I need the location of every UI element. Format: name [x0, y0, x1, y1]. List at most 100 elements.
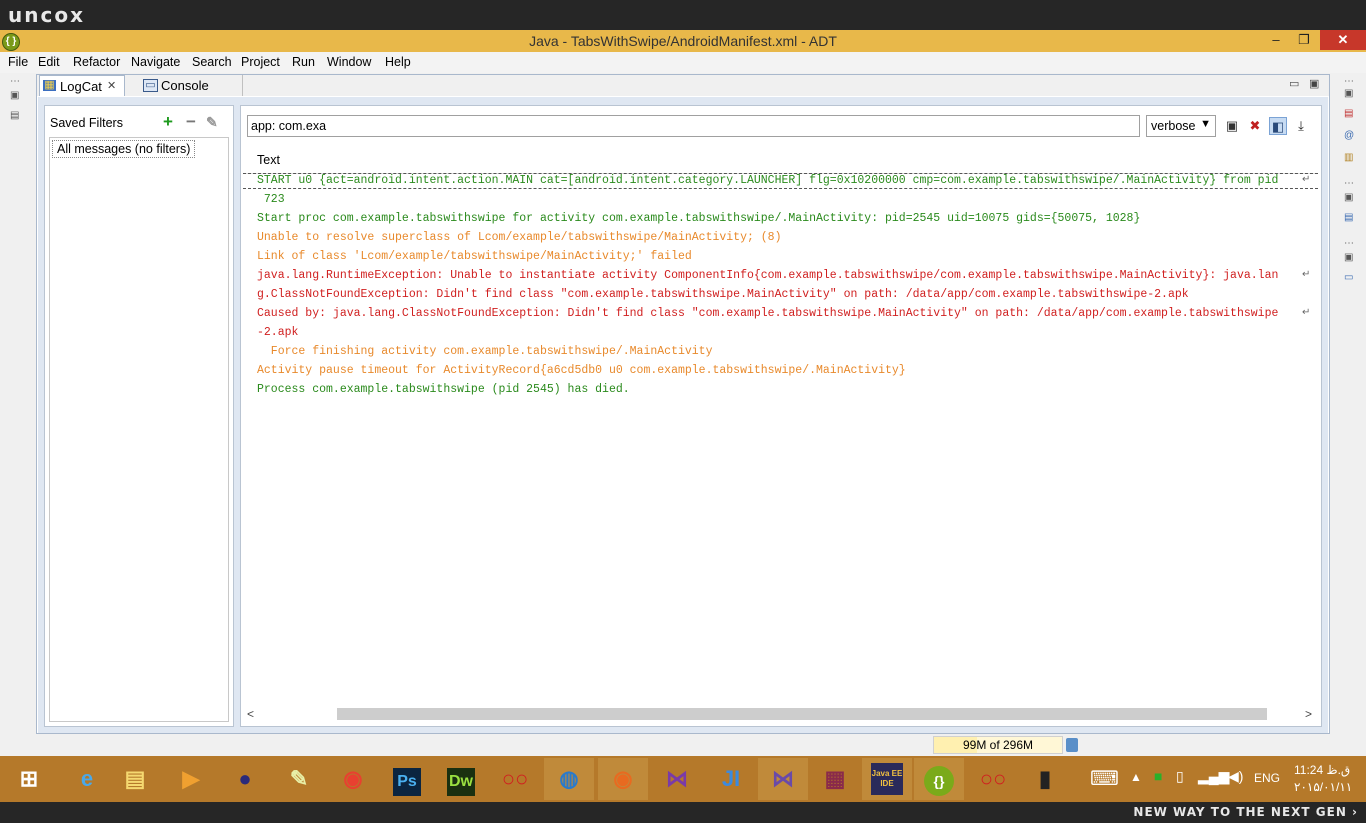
- app-red-2-icon[interactable]: ○○: [968, 758, 1018, 800]
- add-filter-icon[interactable]: +: [163, 113, 173, 130]
- volume-icon[interactable]: ◀): [1228, 768, 1243, 785]
- log-row[interactable]: Activity pause timeout for ActivityRecor…: [257, 364, 906, 377]
- visual-studio-icon[interactable]: ⋈: [652, 758, 702, 800]
- media-player-icon[interactable]: ▶: [166, 758, 216, 800]
- menu-refactor[interactable]: Refactor: [73, 55, 120, 69]
- globe-app-icon[interactable]: ◍: [544, 758, 594, 800]
- uncox-logo: uncox: [8, 3, 85, 27]
- menu-edit[interactable]: Edit: [38, 55, 60, 69]
- log-row[interactable]: Caused by: java.lang.ClassNotFoundExcept…: [257, 307, 1278, 320]
- dreamweaver-icon[interactable]: Dw: [436, 758, 486, 800]
- log-row[interactable]: -2.apk: [257, 326, 298, 339]
- log-row[interactable]: START u0 {act=android.intent.action.MAIN…: [257, 174, 1278, 187]
- filter-item-all-messages[interactable]: All messages (no filters): [52, 140, 196, 158]
- show-hidden-icons-icon[interactable]: ▲: [1130, 770, 1142, 784]
- remove-filter-icon[interactable]: −: [186, 113, 196, 130]
- internet-explorer-icon[interactable]: e: [62, 758, 112, 800]
- adt-icon[interactable]: {}: [914, 758, 964, 800]
- log-level-select[interactable]: verbose ▼: [1146, 115, 1216, 137]
- windows-taskbar: ⊞ e ▤ ▶ ● ✎ ◉ Ps Dw ○○ ◍ ◉ ⋈ JI ⋈ ▦ Java…: [0, 756, 1366, 802]
- log-row[interactable]: Unable to resolve superclass of Lcom/exa…: [257, 231, 782, 244]
- winrar-icon[interactable]: ▦: [810, 758, 860, 800]
- heap-status-text: 99M of 296M: [962, 738, 1034, 752]
- minimize-button[interactable]: –: [1262, 30, 1290, 50]
- close-button[interactable]: ✕: [1320, 30, 1366, 50]
- tray-app-icon[interactable]: ■: [1154, 768, 1162, 784]
- logcat-search-input[interactable]: app: com.exa: [247, 115, 1140, 137]
- restore-view-icon[interactable]: ▣: [1344, 88, 1356, 99]
- file-explorer-icon[interactable]: ▤: [110, 758, 160, 800]
- menu-search[interactable]: Search: [192, 55, 232, 69]
- trim-dots-icon: ⋯: [1344, 178, 1354, 189]
- log-row[interactable]: Link of class 'Lcom/example/tabswithswip…: [257, 250, 692, 263]
- input-language[interactable]: ENG: [1254, 771, 1280, 785]
- column-header-text: Text: [257, 153, 280, 167]
- saved-filters-panel: Saved Filters + − ✎ All messages (no fil…: [44, 105, 234, 727]
- menu-run[interactable]: Run: [292, 55, 315, 69]
- menu-help[interactable]: Help: [385, 55, 411, 69]
- log-row[interactable]: Start proc com.example.tabswithswipe for…: [257, 212, 1140, 225]
- tab-logcat[interactable]: ▦ LogCat ✕: [39, 75, 125, 96]
- log-row[interactable]: g.ClassNotFoundException: Didn't find cl…: [257, 288, 1189, 301]
- maximize-button[interactable]: ❐: [1290, 30, 1318, 50]
- window-titlebar: { } Java - TabsWithSwipe/AndroidManifest…: [0, 30, 1366, 52]
- firefox-icon[interactable]: ◉: [598, 758, 648, 800]
- log-row[interactable]: 723: [257, 193, 285, 206]
- trim-dots-icon: ⋯: [10, 76, 20, 87]
- line-wrap-icon: ↵: [1302, 307, 1311, 318]
- status-bar: [0, 734, 1366, 756]
- clear-log-icon[interactable]: ✖: [1246, 117, 1264, 135]
- declaration-icon[interactable]: ▥: [1344, 152, 1356, 163]
- phone-emulator-icon[interactable]: ▮: [1020, 758, 1070, 800]
- log-row[interactable]: Process com.example.tabswithswipe (pid 2…: [257, 383, 630, 396]
- menu-navigate[interactable]: Navigate: [131, 55, 180, 69]
- eclipse-icon[interactable]: ●: [220, 758, 270, 800]
- outline-icon[interactable]: ▤: [1344, 212, 1356, 223]
- package-explorer-icon[interactable]: ▤: [10, 110, 22, 121]
- notepad-icon[interactable]: ✎: [274, 758, 324, 800]
- app-red-icon[interactable]: ○○: [490, 758, 540, 800]
- log-row[interactable]: Force finishing activity com.example.tab…: [257, 345, 713, 358]
- scrollbar-thumb[interactable]: [337, 708, 1267, 720]
- heap-status: 99M of 296M: [933, 736, 1063, 754]
- edit-filter-icon[interactable]: ✎: [206, 115, 218, 129]
- jetbrains-icon[interactable]: JI: [706, 758, 756, 800]
- windows-start-icon[interactable]: ⊞: [4, 758, 54, 800]
- problems-icon[interactable]: ▤: [1344, 108, 1356, 119]
- chevron-down-icon: ▼: [1200, 118, 1211, 130]
- chrome-icon[interactable]: ◉: [328, 758, 378, 800]
- menu-window[interactable]: Window: [327, 55, 371, 69]
- right-trim-bar: ⋯ ▣ ▤ @ ▥ ⋯ ▣ ▤ ⋯ ▣ ▭: [1336, 74, 1366, 294]
- task-list-icon[interactable]: ▭: [1344, 272, 1356, 283]
- brand-header: uncox: [0, 0, 1366, 30]
- menu-file[interactable]: File: [8, 55, 28, 69]
- save-log-icon[interactable]: ▣: [1223, 117, 1241, 135]
- battery-icon[interactable]: ▯: [1176, 768, 1184, 785]
- java-ee-ide-icon[interactable]: Java EE IDE: [862, 758, 912, 800]
- javadoc-icon[interactable]: @: [1344, 130, 1356, 141]
- network-icon[interactable]: ▂▄▆: [1198, 768, 1229, 785]
- visual-studio-2-icon[interactable]: ⋈: [758, 758, 808, 800]
- photoshop-icon[interactable]: Ps: [382, 758, 432, 800]
- restore-view-icon[interactable]: ▣: [10, 90, 22, 101]
- log-row[interactable]: java.lang.RuntimeException: Unable to in…: [257, 269, 1278, 282]
- tab-close-icon[interactable]: ✕: [107, 76, 116, 97]
- clock-date[interactable]: ۲۰۱۵/۰۱/۱۱: [1294, 780, 1352, 794]
- clock-time[interactable]: 11:24 ق.ظ: [1294, 763, 1350, 777]
- restore-view-icon[interactable]: ▣: [1344, 252, 1356, 263]
- tab-logcat-label: LogCat: [60, 79, 102, 94]
- toggle-filters-icon[interactable]: ◧: [1269, 117, 1287, 135]
- log-rows: START u0 {act=android.intent.action.MAIN…: [243, 173, 1318, 703]
- console-icon: ▭: [143, 79, 158, 92]
- garbage-collect-icon[interactable]: [1066, 738, 1078, 752]
- view-minimize-icon[interactable]: ▭: [1289, 77, 1299, 90]
- view-maximize-icon[interactable]: ▣: [1309, 77, 1319, 90]
- scroll-left-icon[interactable]: <: [247, 707, 254, 721]
- keyboard-icon[interactable]: ⌨: [1090, 766, 1119, 791]
- scroll-right-icon[interactable]: >: [1305, 707, 1312, 721]
- menu-project[interactable]: Project: [241, 55, 280, 69]
- horizontal-scrollbar[interactable]: < >: [243, 706, 1318, 722]
- scroll-lock-icon[interactable]: ⤓: [1292, 117, 1310, 135]
- restore-view-icon[interactable]: ▣: [1344, 192, 1356, 203]
- tab-console[interactable]: ▭ Console: [137, 75, 243, 96]
